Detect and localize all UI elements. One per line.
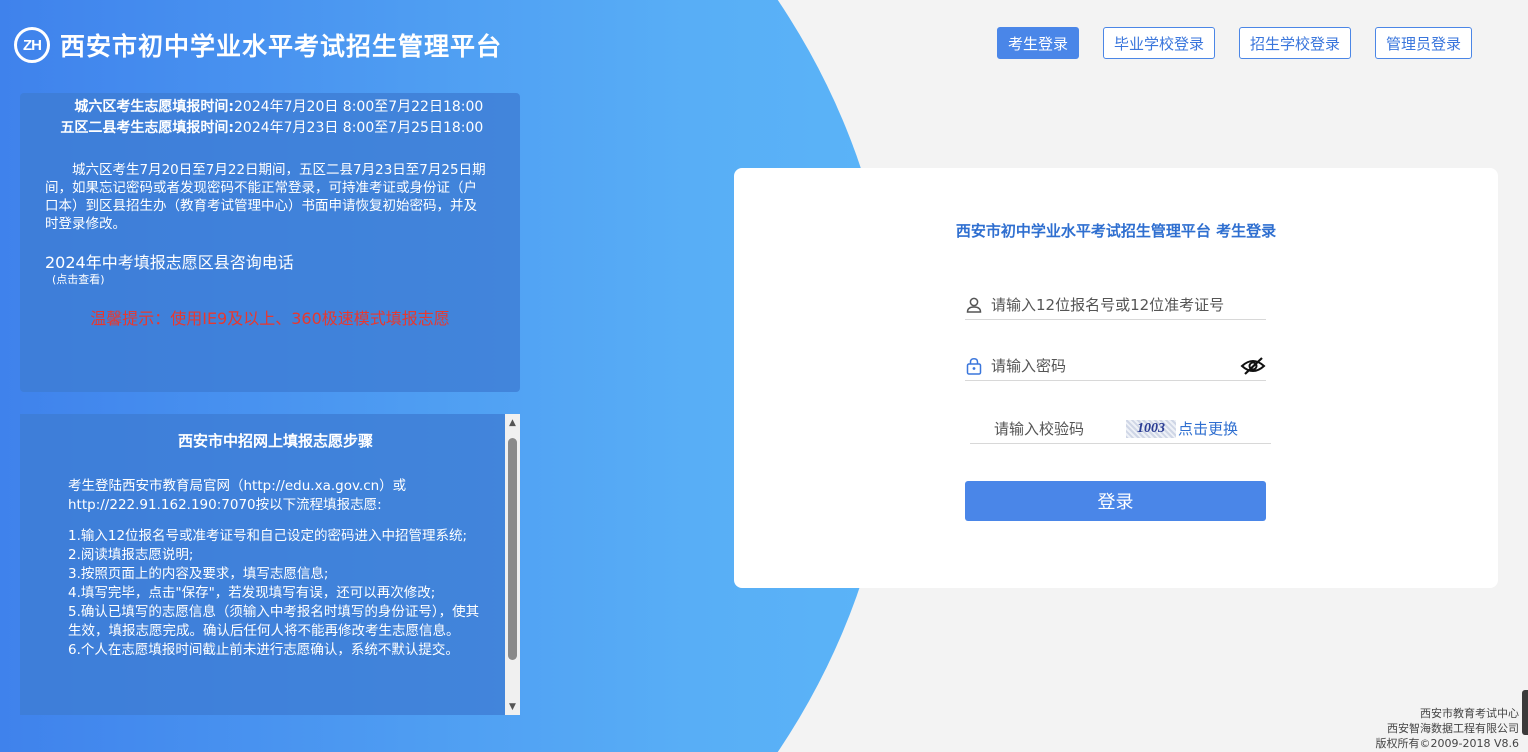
side-tab[interactable] [1522,690,1528,735]
footer-line: 版权所有©2009-2018 V8.6 [1375,737,1519,750]
username-input[interactable] [991,291,1251,318]
nav-admin-login[interactable]: 管理员登录 [1375,27,1473,59]
login-card: 西安市初中学业水平考试招生管理平台 考生登录 1003 点击更换 登录 [734,168,1498,588]
browser-tip: 温馨提示：使用IE9及以上、360极速模式填报志愿 [90,309,450,328]
steps-list: 1.输入12位报名号或准考证号和自己设定的密码进入中招管理系统; 2.阅读填报志… [68,527,483,660]
scroll-thumb[interactable] [508,438,517,660]
login-button[interactable]: 登录 [965,481,1266,521]
footer-copyright: 西安市教育考试中心 西安智海数据工程有限公司 版权所有©2009-2018 V8… [1376,706,1519,751]
notice-panel: 城六区考生志愿填报时间: 2024年7月20日 8:00至7月22日18:00 … [20,93,520,392]
list-item: 2.阅读填报志愿说明; [68,547,194,563]
user-icon [966,297,982,313]
scroll-up-arrow-icon[interactable]: ▲ [505,414,520,431]
footer-line: 西安智海数据工程有限公司 [1387,722,1519,735]
list-item: 6.个人在志愿填报时间截止前未进行志愿确认，系统不默认提交。 [68,642,459,658]
logo-icon: ZH [14,27,50,63]
login-type-nav: 考生登录 毕业学校登录 招生学校登录 管理员登录 [997,27,1473,59]
time-value: 2024年7月23日 8:00至7月25日18:00 [234,120,484,136]
site-header: ZH 西安市初中学业水平考试招生管理平台 [14,26,502,64]
steps-intro: 考生登陆西安市教育局官网（http://edu.xa.gov.cn）或http:… [68,478,407,513]
consult-phone-link[interactable]: 2024年中考填报志愿区县咨询电话 [45,253,520,273]
nav-enrollment-school-login[interactable]: 招生学校登录 [1239,27,1352,59]
list-item: 5.确认已填写的志愿信息（须输入中考报名时填写的身份证号），使其生效，填报志愿完… [68,604,480,639]
footer-line: 西安市教育考试中心 [1420,707,1519,720]
steps-content: 西安市中招网上填报志愿步骤 考生登陆西安市教育局官网（http://edu.xa… [20,430,505,660]
captcha-image[interactable]: 1003 [1126,419,1176,438]
steps-scrollbar[interactable]: ▲ ▼ [505,414,520,715]
scroll-down-arrow-icon[interactable]: ▼ [505,698,520,715]
login-title: 西安市初中学业水平考试招生管理平台 考生登录 [955,222,1277,240]
captcha-field: 1003 点击更换 [970,414,1271,444]
site-title: 西安市初中学业水平考试招生管理平台 [60,32,503,61]
time-label: 五区二县考生志愿填报时间: [60,120,234,136]
password-input[interactable] [991,352,1231,379]
eye-slash-icon[interactable] [1240,356,1266,376]
time-row-city: 城六区考生志愿填报时间: 2024年7月20日 8:00至7月22日18:00 [20,97,520,118]
consult-phone-hint[interactable]: (点击查看) [52,273,520,287]
steps-title: 西安市中招网上填报志愿步骤 [177,432,373,450]
password-field [965,351,1266,381]
list-item: 3.按照页面上的内容及要求，填写志愿信息; [68,566,329,582]
time-value: 2024年7月20日 8:00至7月22日18:00 [234,99,484,115]
captcha-refresh-link[interactable]: 点击更换 [1178,418,1238,439]
captcha-input[interactable] [970,415,1120,442]
username-field [965,290,1266,320]
password-reset-notice: 城六区考生7月20日至7月22日期间，五区二县7月23日至7月25日期间，如果忘… [45,162,486,232]
time-label: 城六区考生志愿填报时间: [74,99,234,115]
list-item: 4.填写完毕，点击"保存"，若发现填写有误，还可以再次修改; [68,585,436,601]
steps-panel[interactable]: 西安市中招网上填报志愿步骤 考生登陆西安市教育局官网（http://edu.xa… [20,414,520,715]
lock-icon [966,357,982,375]
nav-graduate-school-login[interactable]: 毕业学校登录 [1103,27,1216,59]
nav-student-login[interactable]: 考生登录 [997,27,1080,59]
time-row-county: 五区二县考生志愿填报时间: 2024年7月23日 8:00至7月25日18:00 [20,118,520,139]
list-item: 1.输入12位报名号或准考证号和自己设定的密码进入中招管理系统; [68,528,468,544]
